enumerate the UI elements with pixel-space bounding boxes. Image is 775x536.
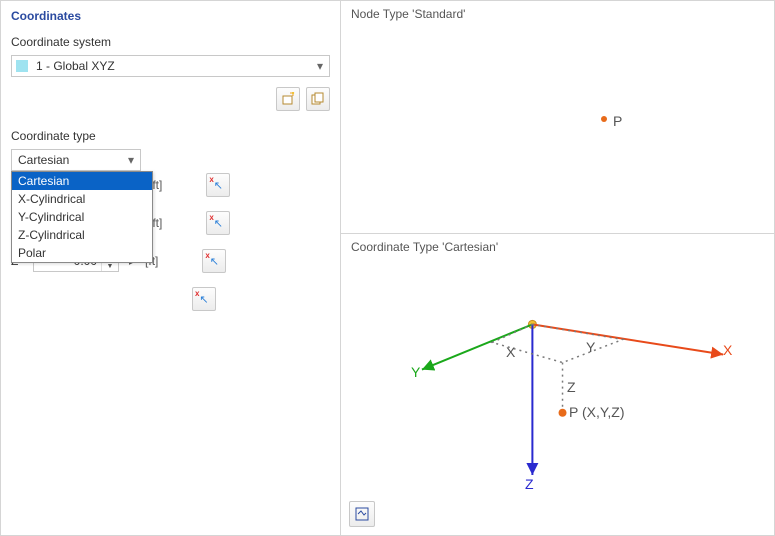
coordinate-system-value: 1 - Global XYZ: [34, 59, 311, 73]
coordinate-type-preview: Coordinate Type 'Cartesian': [341, 234, 774, 535]
coord-row-global: x ↖: [11, 287, 330, 311]
coordinate-type-option[interactable]: Polar: [12, 244, 152, 262]
node-point-icon: [601, 116, 607, 122]
coordinate-type-dropdown: Cartesian X-Cylindrical Y-Cylindrical Z-…: [11, 171, 153, 263]
new-coordinate-system-icon: [281, 92, 295, 106]
coordinate-system-select[interactable]: 1 - Global XYZ ▾: [11, 55, 330, 77]
pick-global-button[interactable]: x ↖: [192, 287, 216, 311]
coordinate-type-option[interactable]: X-Cylindrical: [12, 190, 152, 208]
axis-y-label: Y: [411, 364, 420, 380]
diagram-point-label: P (X,Y,Z): [569, 404, 625, 420]
cursor-icon: ↖: [199, 293, 208, 306]
coordinate-system-label: Coordinate system: [11, 35, 330, 49]
x-mark-icon: x: [209, 175, 213, 184]
preview-panel: Node Type 'Standard' P Coordinate Type '…: [341, 1, 774, 535]
node-type-preview: Node Type 'Standard' P: [341, 1, 774, 234]
chevron-down-icon: ▾: [311, 59, 329, 73]
new-coordinate-system-button[interactable]: [276, 87, 300, 111]
app-window: Coordinates Coordinate system 1 - Global…: [0, 0, 775, 536]
coordinate-system-swatch-icon: [16, 60, 28, 72]
coordinate-system-library-button[interactable]: [306, 87, 330, 111]
render-options-icon: [355, 507, 369, 521]
proj-x-label: X: [506, 344, 515, 360]
coordinates-panel: Coordinates Coordinate system 1 - Global…: [1, 1, 341, 535]
proj-z-label: Z: [567, 379, 576, 395]
coordinate-type-label: Coordinate type: [11, 129, 330, 143]
pick-z-button[interactable]: x ↖: [202, 249, 226, 273]
cursor-icon: ↖: [210, 255, 219, 268]
axis-x-label: X: [723, 342, 732, 358]
coordinate-type-option[interactable]: Z-Cylindrical: [12, 226, 152, 244]
coordinate-system-library-icon: [311, 92, 325, 106]
x-mark-icon: x: [209, 213, 213, 222]
render-options-button[interactable]: [349, 501, 375, 527]
node-point-label: P: [613, 113, 622, 129]
pick-x-button[interactable]: x ↖: [206, 173, 230, 197]
coordinate-system-toolbar: [11, 87, 330, 111]
coordinate-type-value: Cartesian: [18, 153, 122, 167]
coordinate-type-option[interactable]: Cartesian: [12, 172, 152, 190]
coordinate-type-select-wrapper: Cartesian ▾ Cartesian X-Cylindrical Y-Cy…: [11, 149, 141, 171]
pick-y-button[interactable]: x ↖: [206, 211, 230, 235]
cartesian-diagram-icon: [341, 234, 774, 535]
cursor-icon: ↖: [214, 217, 223, 230]
axis-z-label: Z: [525, 476, 534, 492]
x-mark-icon: x: [195, 289, 199, 298]
panel-title: Coordinates: [11, 9, 330, 23]
proj-y-label: Y: [586, 339, 595, 355]
chevron-down-icon: ▾: [122, 153, 140, 167]
coordinate-type-option[interactable]: Y-Cylindrical: [12, 208, 152, 226]
node-type-title: Node Type 'Standard': [341, 1, 774, 27]
coordinate-type-select[interactable]: Cartesian ▾: [11, 149, 141, 171]
x-mark-icon: x: [205, 251, 209, 260]
cursor-icon: ↖: [214, 179, 223, 192]
